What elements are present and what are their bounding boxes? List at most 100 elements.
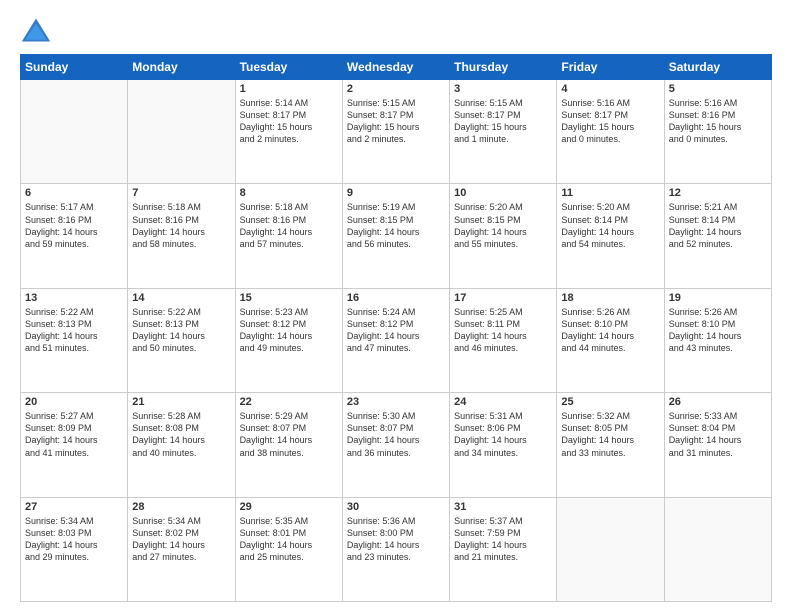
day-number: 8 <box>240 187 338 199</box>
cell-info: Sunrise: 5:19 AM Sunset: 8:15 PM Dayligh… <box>347 201 445 250</box>
day-number: 7 <box>132 187 230 199</box>
calendar-cell: 30 Sunrise: 5:36 AM Sunset: 8:00 PM Dayli… <box>342 497 449 601</box>
cell-info: Sunrise: 5:24 AM Sunset: 8:12 PM Dayligh… <box>347 306 445 355</box>
day-number: 13 <box>25 292 123 304</box>
calendar-cell: 1 Sunrise: 5:14 AM Sunset: 8:17 PM Daylig… <box>235 80 342 184</box>
day-number: 30 <box>347 501 445 513</box>
calendar-cell: 3 Sunrise: 5:15 AM Sunset: 8:17 PM Daylig… <box>450 80 557 184</box>
calendar-cell: 29 Sunrise: 5:35 AM Sunset: 8:01 PM Dayli… <box>235 497 342 601</box>
cell-info: Sunrise: 5:22 AM Sunset: 8:13 PM Dayligh… <box>25 306 123 355</box>
day-number: 18 <box>561 292 659 304</box>
calendar-cell: 8 Sunrise: 5:18 AM Sunset: 8:16 PM Daylig… <box>235 184 342 288</box>
day-number: 29 <box>240 501 338 513</box>
calendar-week-3: 20Sunrise: 5:27 AM Sunset: 8:09 PM Dayli… <box>21 393 772 497</box>
calendar-cell: 17Sunrise: 5:25 AM Sunset: 8:11 PM Dayli… <box>450 288 557 392</box>
cell-info: Sunrise: 5:26 AM Sunset: 8:10 PM Dayligh… <box>669 306 767 355</box>
day-number: 2 <box>347 83 445 95</box>
day-number: 22 <box>240 396 338 408</box>
calendar-cell: 21 Sunrise: 5:28 AM Sunset: 8:08 PM Dayli… <box>128 393 235 497</box>
calendar-cell: 31 Sunrise: 5:37 AM Sunset: 7:59 PM Dayli… <box>450 497 557 601</box>
weekday-header-wednesday: Wednesday <box>342 55 449 80</box>
weekday-header-sunday: Sunday <box>21 55 128 80</box>
weekday-header-thursday: Thursday <box>450 55 557 80</box>
cell-info: Sunrise: 5:35 AM Sunset: 8:01 PM Dayligh… <box>240 515 338 564</box>
calendar-table: SundayMondayTuesdayWednesdayThursdayFrid… <box>20 54 772 602</box>
day-number: 25 <box>561 396 659 408</box>
cell-info: Sunrise: 5:23 AM Sunset: 8:12 PM Dayligh… <box>240 306 338 355</box>
weekday-header-friday: Friday <box>557 55 664 80</box>
day-number: 31 <box>454 501 552 513</box>
day-number: 5 <box>669 83 767 95</box>
cell-info: Sunrise: 5:22 AM Sunset: 8:13 PM Dayligh… <box>132 306 230 355</box>
calendar-cell: 19 Sunrise: 5:26 AM Sunset: 8:10 PM Dayli… <box>664 288 771 392</box>
calendar-header-row: SundayMondayTuesdayWednesdayThursdayFrid… <box>21 55 772 80</box>
calendar-cell: 7 Sunrise: 5:18 AM Sunset: 8:16 PM Daylig… <box>128 184 235 288</box>
calendar-cell: 15 Sunrise: 5:23 AM Sunset: 8:12 PM Dayli… <box>235 288 342 392</box>
calendar-cell <box>128 80 235 184</box>
day-number: 27 <box>25 501 123 513</box>
cell-info: Sunrise: 5:32 AM Sunset: 8:05 PM Dayligh… <box>561 410 659 459</box>
cell-info: Sunrise: 5:20 AM Sunset: 8:14 PM Dayligh… <box>561 201 659 250</box>
day-number: 9 <box>347 187 445 199</box>
cell-info: Sunrise: 5:14 AM Sunset: 8:17 PM Dayligh… <box>240 97 338 146</box>
calendar-cell: 16 Sunrise: 5:24 AM Sunset: 8:12 PM Dayli… <box>342 288 449 392</box>
cell-info: Sunrise: 5:34 AM Sunset: 8:02 PM Dayligh… <box>132 515 230 564</box>
day-number: 3 <box>454 83 552 95</box>
day-number: 20 <box>25 396 123 408</box>
cell-info: Sunrise: 5:29 AM Sunset: 8:07 PM Dayligh… <box>240 410 338 459</box>
day-number: 21 <box>132 396 230 408</box>
day-number: 28 <box>132 501 230 513</box>
cell-info: Sunrise: 5:33 AM Sunset: 8:04 PM Dayligh… <box>669 410 767 459</box>
logo <box>20 16 56 44</box>
day-number: 11 <box>561 187 659 199</box>
day-number: 1 <box>240 83 338 95</box>
calendar-week-2: 13 Sunrise: 5:22 AM Sunset: 8:13 PM Dayli… <box>21 288 772 392</box>
calendar-cell: 9 Sunrise: 5:19 AM Sunset: 8:15 PM Daylig… <box>342 184 449 288</box>
weekday-header-saturday: Saturday <box>664 55 771 80</box>
cell-info: Sunrise: 5:36 AM Sunset: 8:00 PM Dayligh… <box>347 515 445 564</box>
weekday-header-monday: Monday <box>128 55 235 80</box>
calendar-cell <box>557 497 664 601</box>
cell-info: Sunrise: 5:18 AM Sunset: 8:16 PM Dayligh… <box>240 201 338 250</box>
cell-info: Sunrise: 5:20 AM Sunset: 8:15 PM Dayligh… <box>454 201 552 250</box>
cell-info: Sunrise: 5:31 AM Sunset: 8:06 PM Dayligh… <box>454 410 552 459</box>
day-number: 14 <box>132 292 230 304</box>
calendar-cell <box>21 80 128 184</box>
cell-info: Sunrise: 5:37 AM Sunset: 7:59 PM Dayligh… <box>454 515 552 564</box>
day-number: 23 <box>347 396 445 408</box>
calendar-cell: 18Sunrise: 5:26 AM Sunset: 8:10 PM Dayli… <box>557 288 664 392</box>
day-number: 15 <box>240 292 338 304</box>
calendar-week-4: 27Sunrise: 5:34 AM Sunset: 8:03 PM Dayli… <box>21 497 772 601</box>
calendar-cell: 11 Sunrise: 5:20 AM Sunset: 8:14 PM Dayli… <box>557 184 664 288</box>
calendar-cell: 28 Sunrise: 5:34 AM Sunset: 8:02 PM Dayli… <box>128 497 235 601</box>
calendar-cell <box>664 497 771 601</box>
calendar-cell: 20Sunrise: 5:27 AM Sunset: 8:09 PM Dayli… <box>21 393 128 497</box>
weekday-header-tuesday: Tuesday <box>235 55 342 80</box>
calendar-cell: 25 Sunrise: 5:32 AM Sunset: 8:05 PM Dayli… <box>557 393 664 497</box>
day-number: 4 <box>561 83 659 95</box>
cell-info: Sunrise: 5:18 AM Sunset: 8:16 PM Dayligh… <box>132 201 230 250</box>
day-number: 19 <box>669 292 767 304</box>
calendar-cell: 22 Sunrise: 5:29 AM Sunset: 8:07 PM Dayli… <box>235 393 342 497</box>
day-number: 10 <box>454 187 552 199</box>
calendar-cell: 27Sunrise: 5:34 AM Sunset: 8:03 PM Dayli… <box>21 497 128 601</box>
cell-info: Sunrise: 5:15 AM Sunset: 8:17 PM Dayligh… <box>454 97 552 146</box>
cell-info: Sunrise: 5:16 AM Sunset: 8:17 PM Dayligh… <box>561 97 659 146</box>
cell-info: Sunrise: 5:17 AM Sunset: 8:16 PM Dayligh… <box>25 201 123 250</box>
calendar-cell: 4 Sunrise: 5:16 AM Sunset: 8:17 PM Daylig… <box>557 80 664 184</box>
cell-info: Sunrise: 5:28 AM Sunset: 8:08 PM Dayligh… <box>132 410 230 459</box>
day-number: 26 <box>669 396 767 408</box>
calendar-cell: 5Sunrise: 5:16 AM Sunset: 8:16 PM Daylig… <box>664 80 771 184</box>
page: SundayMondayTuesdayWednesdayThursdayFrid… <box>0 0 792 612</box>
day-number: 12 <box>669 187 767 199</box>
calendar-cell: 2 Sunrise: 5:15 AM Sunset: 8:17 PM Daylig… <box>342 80 449 184</box>
day-number: 16 <box>347 292 445 304</box>
cell-info: Sunrise: 5:15 AM Sunset: 8:17 PM Dayligh… <box>347 97 445 146</box>
day-number: 6 <box>25 187 123 199</box>
calendar-body: 1 Sunrise: 5:14 AM Sunset: 8:17 PM Daylig… <box>21 80 772 602</box>
calendar-cell: 23Sunrise: 5:30 AM Sunset: 8:07 PM Dayli… <box>342 393 449 497</box>
calendar-cell: 26 Sunrise: 5:33 AM Sunset: 8:04 PM Dayli… <box>664 393 771 497</box>
calendar-cell: 14 Sunrise: 5:22 AM Sunset: 8:13 PM Dayli… <box>128 288 235 392</box>
calendar-cell: 13 Sunrise: 5:22 AM Sunset: 8:13 PM Dayli… <box>21 288 128 392</box>
logo-icon <box>20 16 52 44</box>
